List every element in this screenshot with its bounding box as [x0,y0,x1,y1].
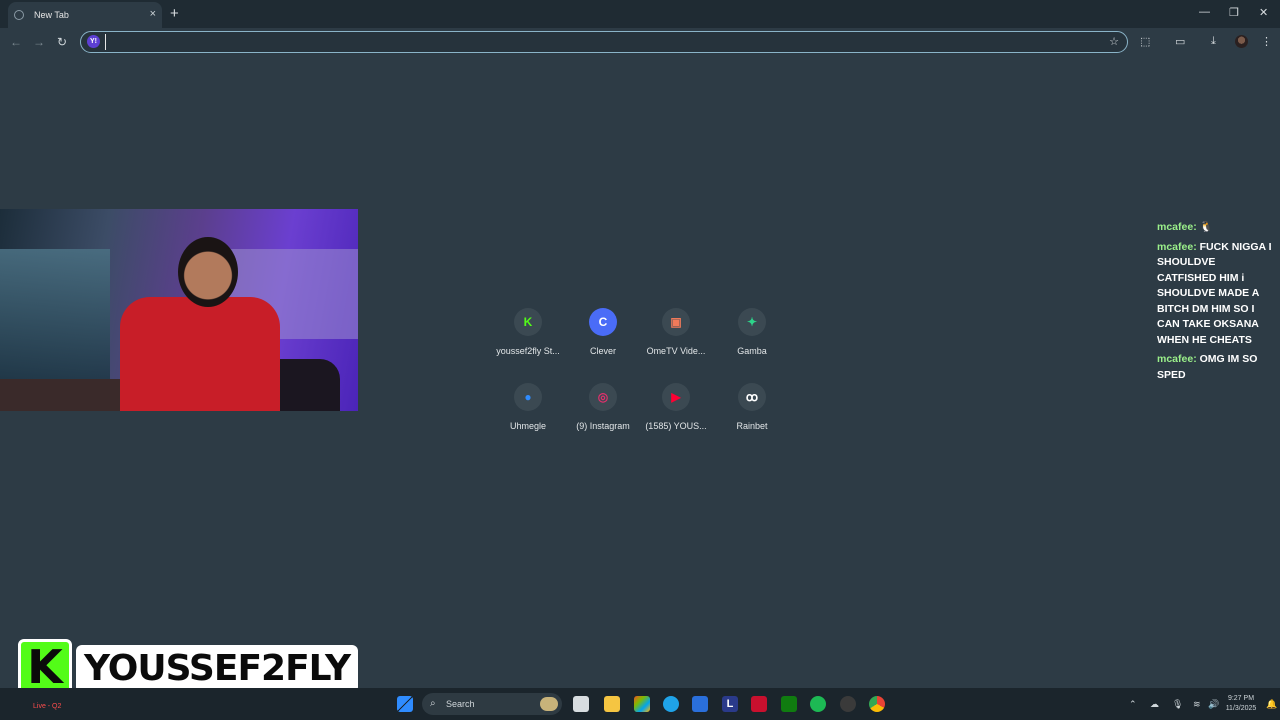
restore-icon[interactable]: ❐ [1229,6,1239,19]
spotify-icon[interactable] [810,696,826,712]
kick-logo-icon: K [18,639,72,695]
minimize-icon[interactable]: — [1199,6,1210,18]
tray-overflow-icon[interactable]: ⌃ [1129,699,1137,710]
chat-username: mcafee: [1157,240,1197,253]
shortcut-label: Uhmegle [509,421,547,431]
webcam-person-head [178,237,238,307]
webcam-pc-case [0,249,110,379]
instagram-icon: ◎ [589,383,617,411]
shortcut-tile[interactable]: ✦ Gamba [714,308,790,356]
youtube-icon: ▶ [662,383,690,411]
shortcut-tile[interactable]: ● Uhmegle [490,383,566,431]
extensions-icon[interactable]: ⬚ [1140,35,1150,48]
shortcut-label: (1585) YOUS... [645,421,707,431]
folder-icon[interactable] [604,696,620,712]
webcam-person-shirt [120,297,280,411]
shortcut-tile[interactable]: ◎ (9) Instagram [565,383,641,431]
microphone-icon[interactable]: 🎙 [1172,699,1183,710]
search-icon: ⌕ [430,698,436,709]
tab-title: New Tab [34,10,69,20]
bookmark-star-icon[interactable]: ☆ [1109,35,1119,48]
shortcut-label: youssef2fly St... [496,346,560,356]
shortcut-tile[interactable]: ꝏ Rainbet [714,383,790,431]
obs-icon[interactable] [840,696,856,712]
back-icon[interactable]: ← [10,35,22,49]
l-app-icon[interactable]: L [722,696,738,712]
clock-time: 9:27 PM [1227,695,1255,702]
clock-date: 11/3/2025 [1225,705,1257,712]
file-explorer-app-icon[interactable] [573,696,589,712]
kick-icon: K [514,308,542,336]
copilot-icon[interactable] [634,696,650,712]
shortcut-tile[interactable]: ▣ OmeTV Vide... [638,308,714,356]
search-highlight-icon[interactable] [540,697,558,711]
shortcut-tile[interactable]: ▶ (1585) YOUS... [638,383,714,431]
weather-widget[interactable]: Live - Q2 [33,703,61,710]
chat-message: mcafee: FUCK NIGGA I SHOULDVE CATFISHED … [1157,240,1275,349]
webcam-feed [0,209,358,411]
volume-icon[interactable]: 🔊 [1208,699,1219,710]
chat-text: 🐧 [1199,221,1213,233]
uhmegle-icon: ● [514,383,542,411]
notification-icon[interactable]: 🔔 [1266,699,1277,710]
gamba-icon: ✦ [738,308,766,336]
search-engine-icon: Y! [87,35,100,48]
new-tab-favicon-icon [14,10,24,20]
xbox-icon[interactable] [781,696,797,712]
browser-toolbar: ← → ↻ Y! ☆ ⬚ ▭ ⤓ ⋮ [0,28,1280,56]
shortcut-label: Gamba [737,346,767,356]
profile-avatar[interactable] [1235,35,1248,48]
mcafee-icon[interactable] [751,696,767,712]
forward-icon[interactable]: → [33,35,45,49]
shortcut-label: Rainbet [736,421,768,431]
taskbar-clock[interactable]: 9:27 PM 11/3/2025 [1224,694,1258,714]
shortcut-tile[interactable]: K youssef2fly St... [490,308,566,356]
chat-message: mcafee: OMG IM SO SPED [1157,352,1275,383]
store-icon[interactable] [692,696,708,712]
menu-icon[interactable]: ⋮ [1261,35,1272,48]
ometv-icon: ▣ [662,308,690,336]
chat-username: mcafee: [1157,353,1197,365]
shortcut-tile[interactable]: C Clever [565,308,641,356]
chat-username: mcafee: [1157,221,1197,233]
onedrive-icon[interactable]: ☁ [1150,699,1159,710]
cast-icon[interactable]: ▭ [1175,35,1185,48]
chat-text: FUCK NIGGA I SHOULDVE CATFISHED HIM i SH… [1157,240,1272,346]
reload-icon[interactable]: ↻ [57,35,67,49]
wifi-icon[interactable]: ≋ [1193,699,1201,710]
start-icon[interactable] [397,696,413,712]
tab-new-tab[interactable]: New Tab × [8,2,162,28]
shortcut-label: OmeTV Vide... [646,346,706,356]
address-bar[interactable]: Y! ☆ [80,31,1128,53]
chat-message: mcafee: 🐧 [1157,220,1275,236]
close-window-icon[interactable]: ✕ [1259,6,1268,19]
new-tab-button[interactable]: + [170,5,179,22]
chrome-icon[interactable] [869,696,885,712]
chat-overlay: mcafee: 🐧 mcafee: FUCK NIGGA I SHOULDVE … [1157,220,1275,387]
close-tab-icon[interactable]: × [150,8,156,20]
tab-strip: New Tab × + — ❐ ✕ [0,0,1280,28]
edge-icon[interactable] [663,696,679,712]
rainbet-icon: ꝏ [738,383,766,411]
address-input[interactable] [105,34,1095,50]
shortcut-label: (9) Instagram [576,421,630,431]
streamer-name: YOUSSEF2FLY [76,645,359,693]
shortcut-label: Clever [589,346,616,356]
download-icon[interactable]: ⤓ [1211,35,1216,48]
clever-icon: C [589,308,617,336]
taskbar-search-label: Search [446,699,475,709]
